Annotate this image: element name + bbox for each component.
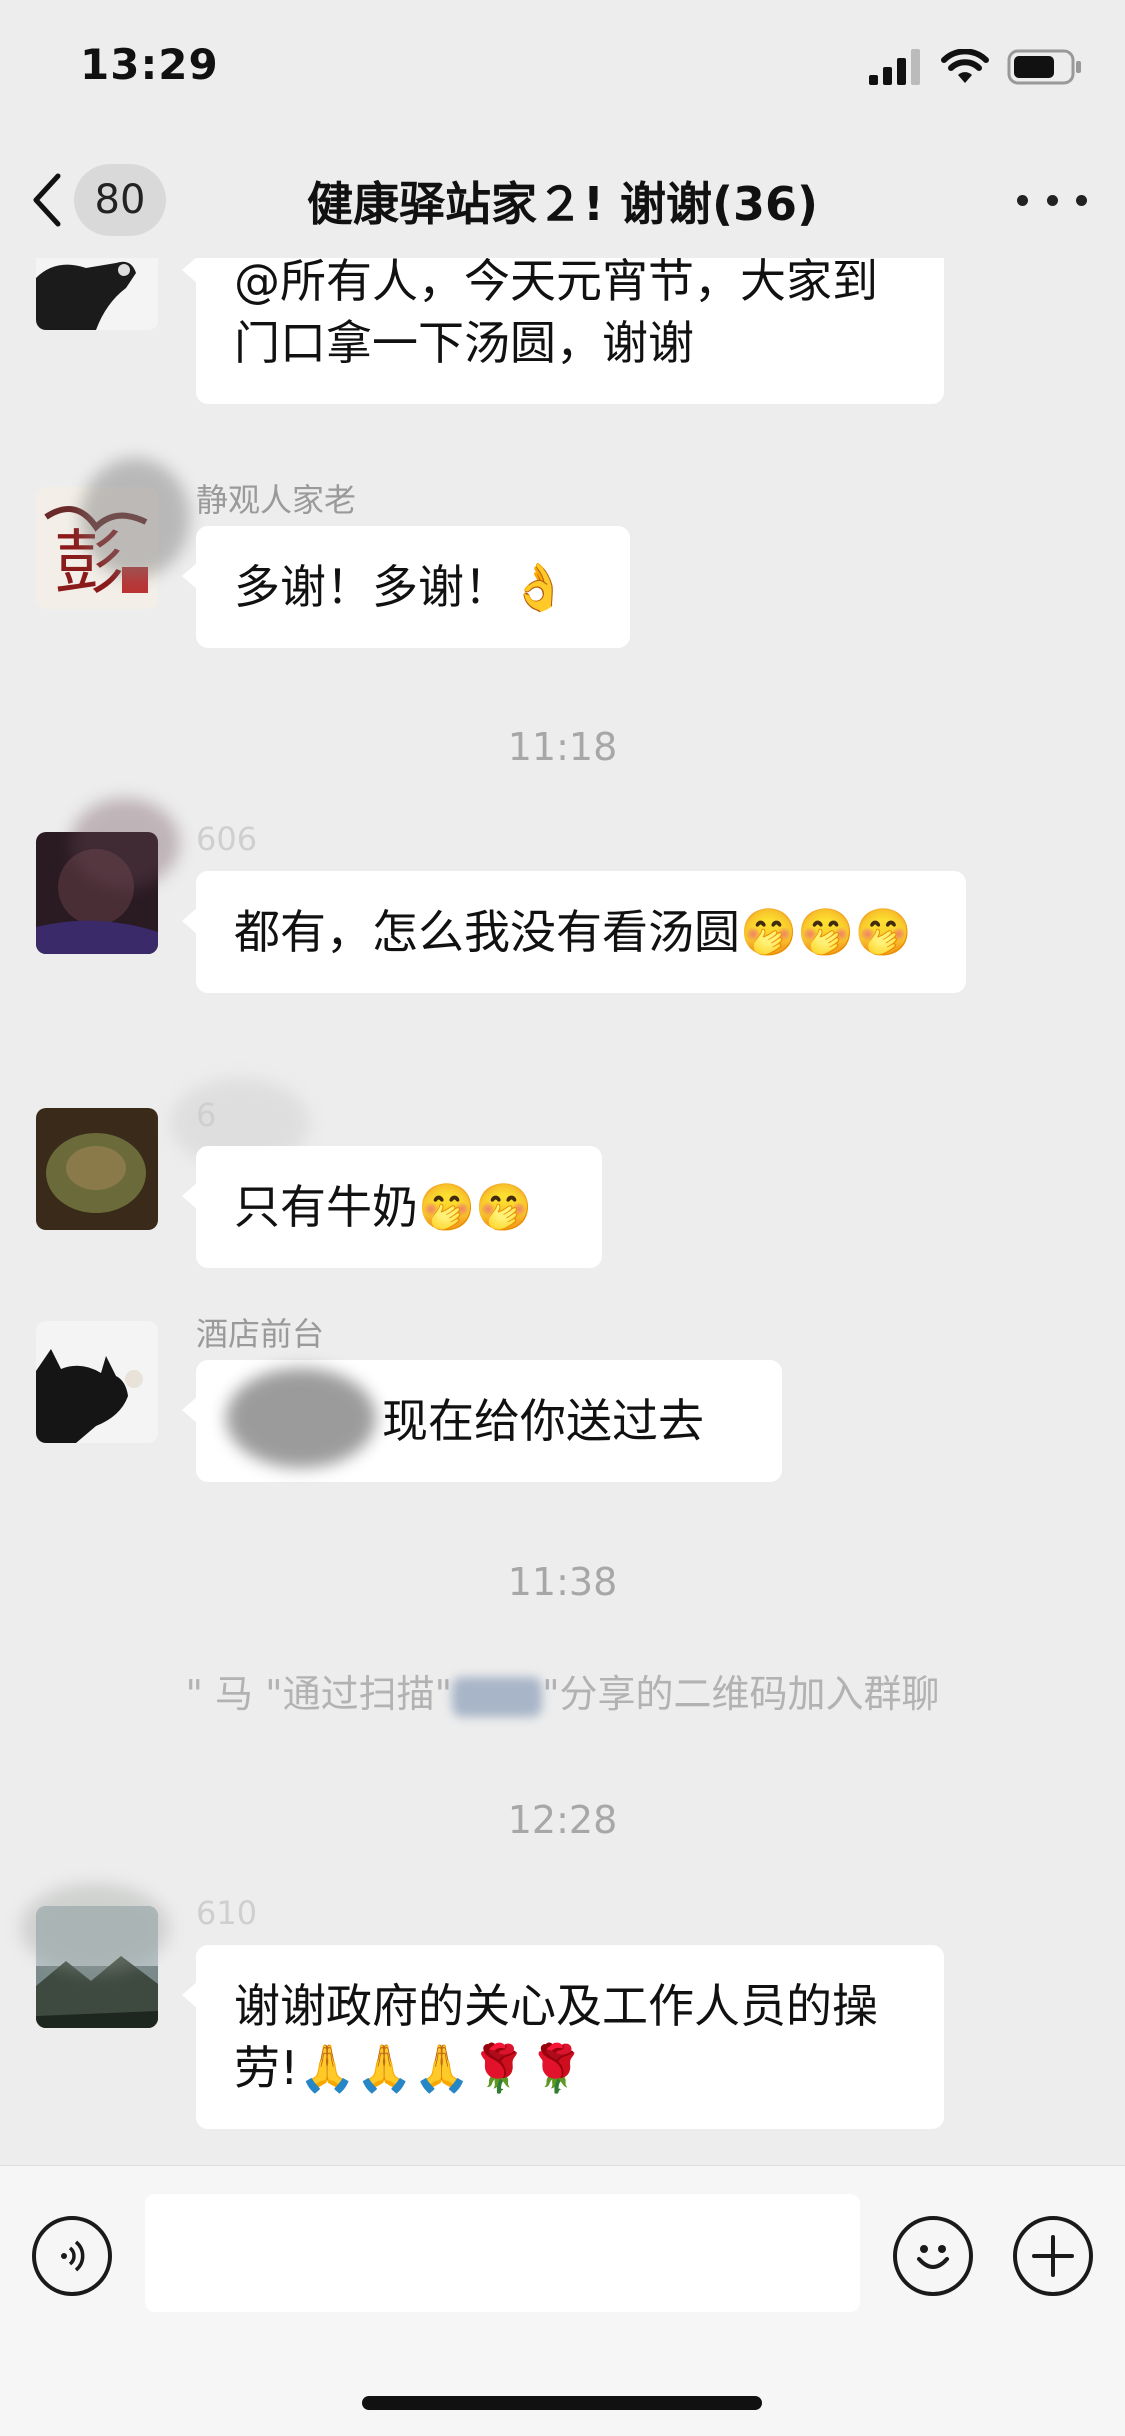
more-dot-icon [1076, 194, 1087, 206]
message-text: 现在给你送过去 [382, 1394, 704, 1448]
message-bubble[interactable]: 谢谢政府的关心及工作人员的操劳!🙏🙏🙏🌹🌹 [182, 1945, 944, 2129]
sender-name: 610 [196, 1894, 258, 1932]
message-text: 多谢！多谢！👌 [234, 560, 568, 614]
chat-screen: 13:29 80 健康驿站家２! 谢谢(36) @所有人，今天元宵节，大家到门口… [0, 0, 1125, 2436]
redaction-smudge [20, 1883, 170, 1973]
emoji-button[interactable] [893, 2216, 973, 2296]
cat-avatar-icon [36, 1321, 158, 1443]
more-dot-icon [1046, 194, 1058, 206]
redaction-smudge [226, 1368, 376, 1468]
message-text: @所有人，今天元宵节，大家到门口拿一下汤圆，谢谢 [234, 258, 878, 370]
more-functions-button[interactable] [1013, 2216, 1093, 2296]
system-message-text: " 马 "通过扫描" [185, 1672, 453, 1716]
home-indicator [362, 2396, 762, 2410]
plus-icon [1032, 2235, 1074, 2277]
voice-button[interactable] [32, 2216, 112, 2296]
status-time: 13:29 [80, 40, 219, 89]
message-bubble[interactable]: 多谢！多谢！👌 [182, 526, 630, 648]
sender-name: 606 [196, 820, 258, 858]
message-bubble[interactable]: @所有人，今天元宵节，大家到门口拿一下汤圆，谢谢 [182, 258, 944, 404]
message-text: 只有牛奶🤭🤭 [234, 1180, 533, 1234]
redacted-name [452, 1676, 543, 1717]
voice-icon [61, 2240, 85, 2272]
message-input[interactable] [145, 2194, 860, 2312]
signal-icon [869, 49, 920, 85]
status-icons [869, 46, 1083, 88]
message-bubble[interactable]: 都有，怎么我没有看汤圆🤭🤭🤭 [182, 871, 966, 993]
message-bubble[interactable]: 现在给你送过去 [182, 1360, 782, 1482]
unread-count-badge: 80 [74, 164, 166, 236]
more-dot-icon [1017, 194, 1028, 206]
avatar[interactable] [36, 1321, 158, 1443]
redaction-smudge [80, 458, 190, 578]
message-text: 都有，怎么我没有看汤圆🤭🤭🤭 [234, 905, 912, 959]
cat-avatar-icon [36, 258, 158, 330]
nav-bar: 80 健康驿站家２! 谢谢(36) [0, 150, 1125, 250]
sender-name: 6 [196, 1096, 217, 1134]
chevron-left-icon [33, 173, 61, 227]
message-text: 谢谢政府的关心及工作人员的操劳!🙏🙏🙏🌹🌹 [234, 1979, 878, 2095]
olive-avatar-icon [36, 1108, 158, 1230]
battery-icon [1007, 49, 1081, 85]
system-message: " 马 "通过扫描" "分享的二维码加入群聊 [100, 1663, 1025, 1718]
sender-name: 酒店前台 [196, 1315, 325, 1353]
more-options-button[interactable] [1017, 180, 1087, 220]
back-button[interactable]: 80 [30, 160, 190, 240]
timestamp: 11:38 [507, 1560, 618, 1604]
avatar[interactable] [36, 1108, 158, 1230]
wifi-icon [941, 49, 989, 83]
status-bar: 13:29 [0, 0, 1125, 130]
sender-name: 静观人家老 [196, 481, 357, 519]
timestamp: 12:28 [507, 1798, 618, 1842]
avatar[interactable] [36, 258, 158, 330]
chat-title: 健康驿站家２! 谢谢(36) [306, 177, 819, 231]
message-list[interactable]: @所有人，今天元宵节，大家到门口拿一下汤圆，谢谢 彭 静观人家老 多谢！多谢！👌… [0, 258, 1125, 2165]
message-bubble[interactable]: 只有牛奶🤭🤭 [182, 1146, 602, 1268]
redaction-smudge [70, 798, 180, 888]
smiley-icon [917, 2245, 949, 2269]
system-message-text: "分享的二维码加入群聊 [542, 1672, 940, 1716]
timestamp: 11:18 [507, 725, 618, 769]
